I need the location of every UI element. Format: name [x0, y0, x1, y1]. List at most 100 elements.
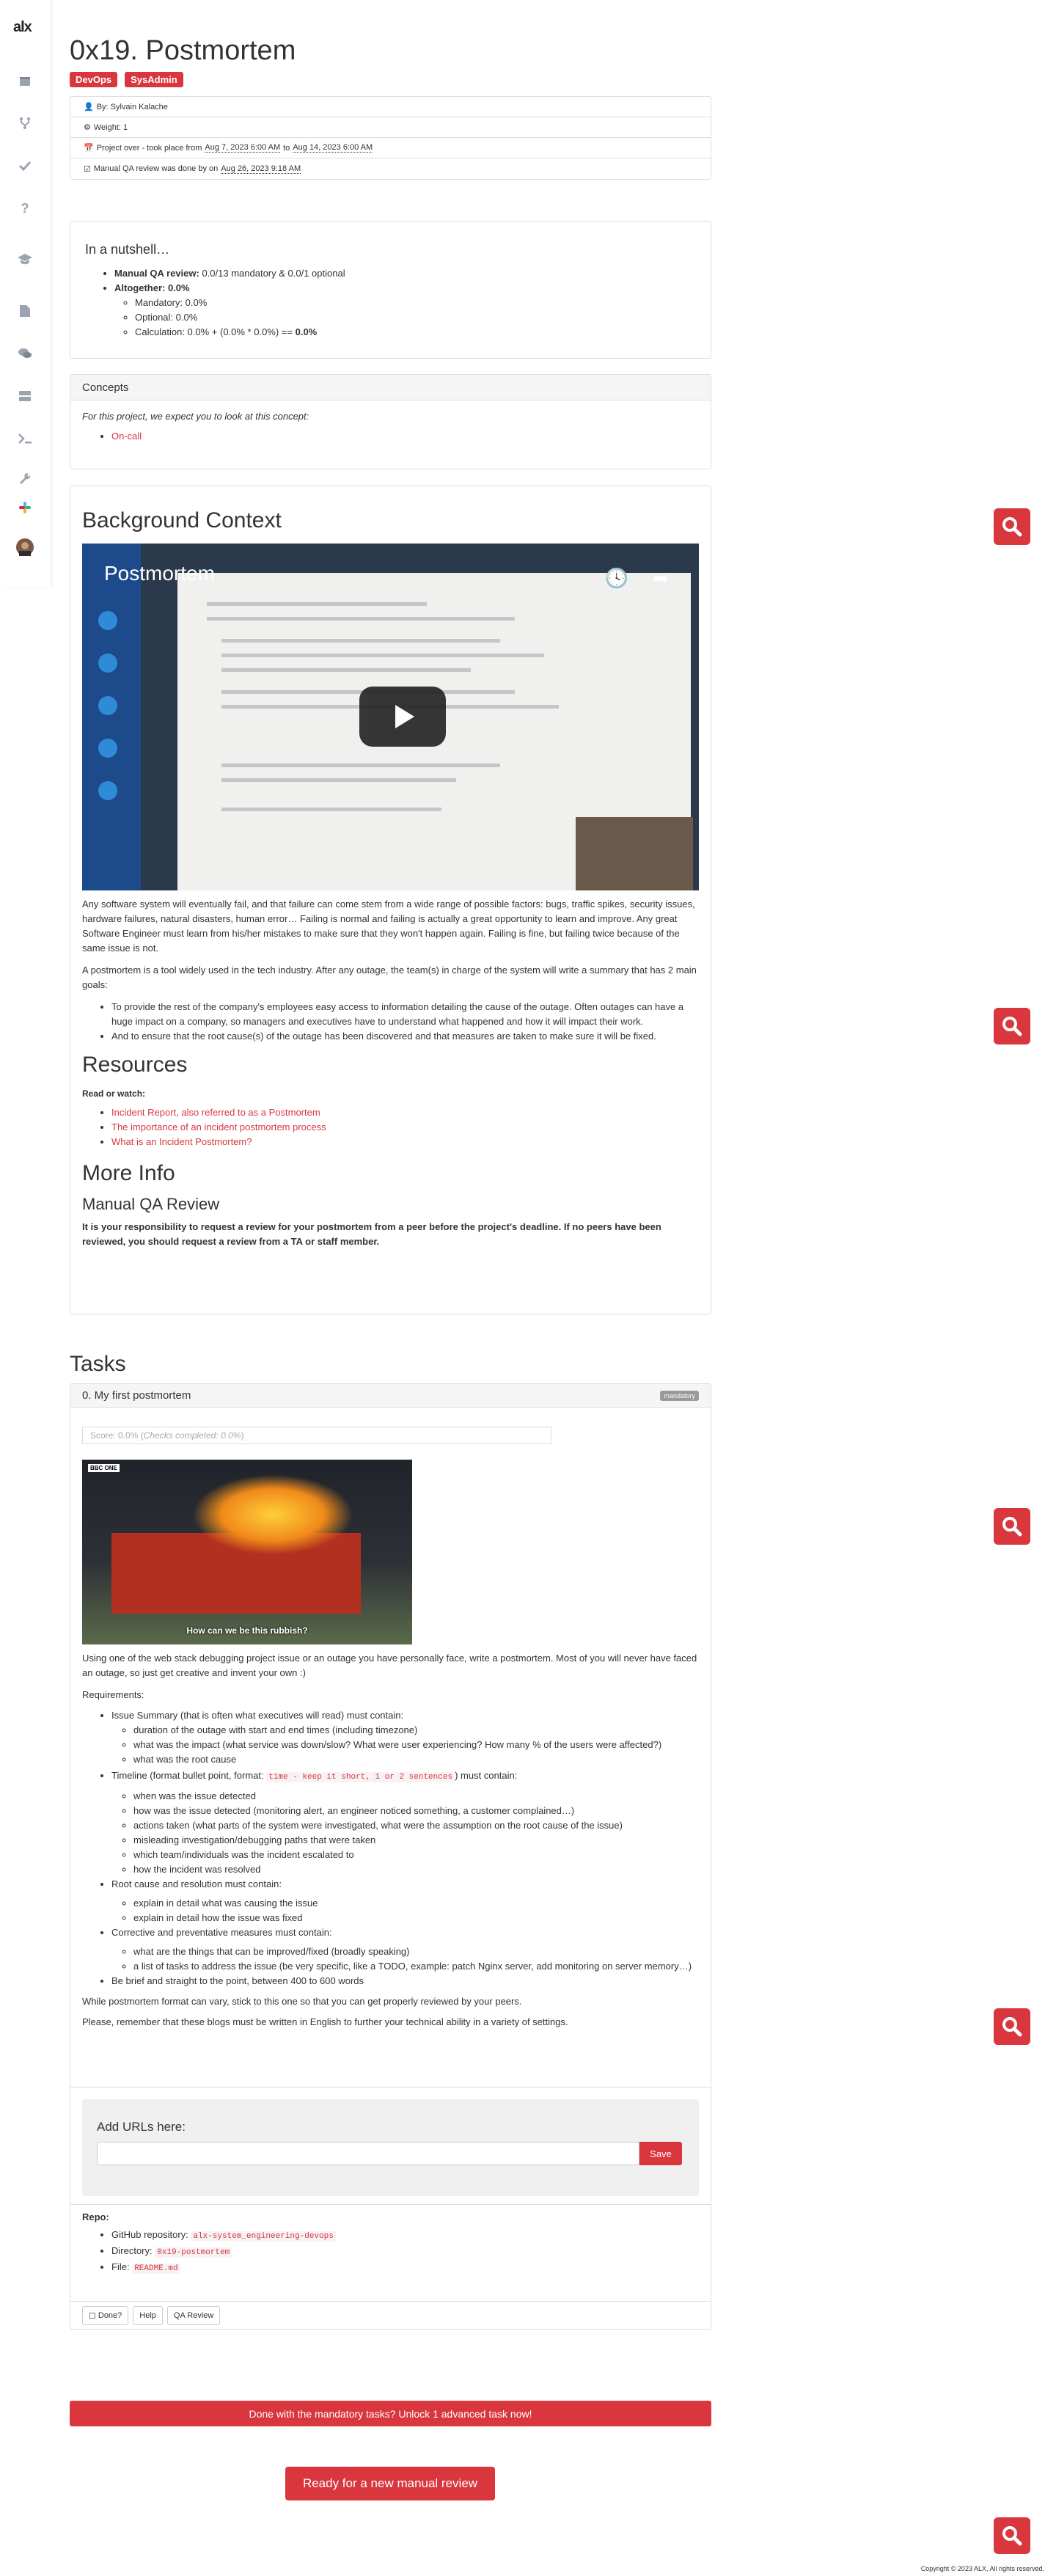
video-player[interactable]: Postmortem 🕓 ➦	[82, 544, 699, 890]
share-icon[interactable]: ➦	[647, 564, 675, 592]
search-icon	[1002, 1017, 1022, 1036]
dir-label: Directory:	[111, 2245, 153, 2256]
watch-later-icon[interactable]: 🕓	[603, 564, 631, 592]
bbc-logo: BBC ONE	[88, 1464, 120, 1472]
search-button[interactable]	[994, 2517, 1030, 2554]
help-button[interactable]: Help	[133, 2306, 163, 2325]
corrective-item: what are the things that can be improved…	[133, 1944, 699, 1959]
server-icon[interactable]	[16, 387, 34, 405]
issue-item: what was the impact (what service was do…	[133, 1738, 699, 1752]
slack-icon[interactable]	[16, 499, 34, 516]
project-dates-to: to	[283, 143, 290, 153]
project-badges: DevOps SysAdmin	[70, 72, 183, 87]
alx-logo[interactable]: alx	[13, 19, 32, 36]
timeline-item: which team/individuals was the incident …	[133, 1848, 699, 1862]
badge-sysadmin: SysAdmin	[125, 72, 183, 87]
search-button[interactable]	[994, 1008, 1030, 1044]
unlock-advanced-button[interactable]: Done with the mandatory tasks? Unlock 1 …	[70, 2401, 711, 2426]
sidebar: alx ?	[0, 0, 51, 587]
preview-line	[207, 602, 427, 606]
timeline-prefix: Timeline (format bullet point, format:	[111, 1770, 264, 1781]
issue-summary: Issue Summary (that is often what execut…	[111, 1710, 404, 1721]
url-input[interactable]	[97, 2142, 639, 2165]
search-button[interactable]	[994, 508, 1030, 545]
gear-icon: ⚙	[84, 123, 91, 132]
comments-icon[interactable]	[16, 345, 34, 362]
read-or-watch: Read or watch:	[82, 1088, 146, 1099]
task-title: 0. My first postmortem	[82, 1389, 191, 1402]
timeline-item: how the incident was resolved	[133, 1862, 699, 1877]
terminal-icon[interactable]	[16, 430, 34, 447]
fire-shape	[192, 1474, 353, 1555]
concepts-intro: For this project, we expect you to look …	[82, 411, 309, 422]
search-button[interactable]	[994, 1508, 1030, 1545]
repo-label: GitHub repository:	[111, 2229, 188, 2240]
goal-item: To provide the rest of the company's emp…	[111, 1000, 699, 1029]
issue-item: what was the root cause	[133, 1752, 699, 1767]
resource-link-incident-report[interactable]: Incident Report, also referred to as a P…	[111, 1107, 320, 1118]
calendar-icon[interactable]	[16, 72, 34, 89]
mandatory-score: Mandatory: 0.0%	[135, 296, 696, 310]
preview-line	[221, 668, 471, 672]
background-paragraph-1: Any software system will eventually fail…	[82, 899, 695, 954]
search-icon	[1002, 517, 1022, 537]
timeline-item: when was the issue detected	[133, 1789, 699, 1804]
corrective-measures: Corrective and preventative measures mus…	[111, 1927, 332, 1938]
more-info-title: More Info	[82, 1161, 175, 1185]
altogether-value: 0.0%	[167, 282, 190, 293]
file-icon[interactable]	[16, 302, 34, 320]
qa-review-date: Aug 26, 2023 9:18 AM	[221, 164, 301, 174]
search-button[interactable]	[994, 2008, 1030, 2045]
project-description: Background Context Postmortem 🕓 ➦ Any so…	[70, 486, 711, 1314]
check-icon[interactable]	[16, 157, 34, 175]
save-button[interactable]: Save	[639, 2142, 682, 2165]
author-text: By: Sylvain Kalache	[96, 102, 168, 111]
play-button[interactable]	[359, 687, 446, 747]
question-icon[interactable]: ?	[16, 200, 34, 217]
copyright: Copyright © 2023 ALX, All rights reserve…	[920, 2565, 1044, 2572]
request-review-button[interactable]: Ready for a new manual review	[285, 2467, 495, 2500]
wrench-icon[interactable]	[16, 469, 34, 487]
score-checks: Checks completed: 0.0%	[143, 1430, 241, 1441]
mandatory-badge: mandatory	[660, 1390, 699, 1401]
qa-review-button[interactable]: QA Review	[166, 2306, 221, 2325]
badge-devops: DevOps	[70, 72, 118, 87]
calc-result: 0.0%	[295, 326, 318, 337]
video-title: Postmortem	[104, 562, 215, 585]
timeline-item: how was the issue detected (monitoring a…	[133, 1804, 699, 1818]
weight-text: Weight: 1	[93, 122, 128, 132]
preview-line	[221, 808, 441, 811]
resource-link-what-is[interactable]: What is an Incident Postmortem?	[111, 1136, 252, 1147]
file-label: File:	[111, 2261, 130, 2272]
done-button[interactable]: ☐ Done?	[82, 2306, 129, 2325]
nutshell-qa: Manual QA review: 0.0/13 mandatory & 0.0…	[114, 266, 696, 281]
video-nav-dot	[98, 739, 117, 758]
manual-qa-title: Manual QA Review	[82, 1195, 220, 1213]
calc-text: Calculation: 0.0% + (0.0% * 0.0%) ==	[135, 326, 293, 337]
graduation-cap-icon[interactable]	[16, 251, 34, 268]
video-nav-dot	[98, 654, 117, 673]
optional-score: Optional: 0.0%	[135, 310, 696, 325]
fork-icon[interactable]	[16, 114, 34, 132]
avatar[interactable]	[16, 538, 34, 556]
dir-name: 0x19-postmortem	[155, 2247, 232, 2258]
goal-item: And to ensure that the root cause(s) of …	[111, 1029, 699, 1044]
calendar-small-icon: 📅	[84, 144, 94, 153]
concept-link-on-call[interactable]: On-call	[111, 431, 142, 442]
preview-line	[221, 639, 500, 643]
score-prefix: Score: 0.0% (	[90, 1430, 144, 1441]
task-score: Score: 0.0% (Checks completed: 0.0%)	[82, 1427, 551, 1444]
task-card: 0. My first postmortem mandatory Score: …	[70, 1383, 711, 2330]
qa-value: 0.0/13 mandatory & 0.0/1 optional	[202, 268, 345, 279]
divider	[70, 2204, 711, 2205]
url-submission: Add URLs here: Save	[82, 2099, 699, 2196]
project-end-date: Aug 14, 2023 6:00 AM	[293, 143, 373, 153]
video-nav-dot	[98, 611, 117, 630]
timeline-item: actions taken (what parts of the system …	[133, 1818, 699, 1833]
timeline-item: misleading investigation/debugging paths…	[133, 1833, 699, 1848]
resource-link-importance[interactable]: The importance of an incident postmortem…	[111, 1121, 326, 1133]
manual-qa-text: It is your responsibility to request a r…	[82, 1221, 661, 1247]
burning-truck-gif: BBC ONE How can we be this rubbish?	[82, 1460, 412, 1644]
background-paragraph-2: A postmortem is a tool widely used in th…	[82, 965, 697, 990]
nutshell-title: In a nutshell…	[85, 242, 170, 257]
